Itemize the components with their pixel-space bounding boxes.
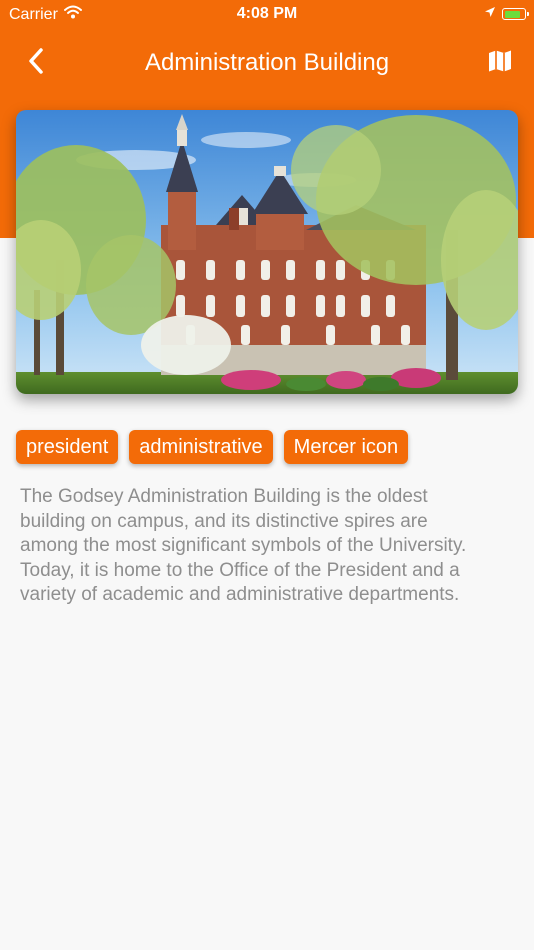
status-time: 4:08 PM xyxy=(236,5,298,22)
hero-image xyxy=(16,110,518,394)
tag-administrative[interactable]: administrative xyxy=(129,430,273,464)
chevron-left-icon xyxy=(27,47,45,80)
status-bar: Carrier 4:08 PM xyxy=(0,0,534,28)
battery-level xyxy=(504,10,520,18)
page-title: Administration Building xyxy=(144,49,390,76)
map-icon xyxy=(488,49,512,78)
screen: Carrier 4:08 PM Administration Building … xyxy=(0,0,534,950)
building-photo xyxy=(16,110,518,394)
tag-list: president administrative Mercer icon xyxy=(16,430,409,464)
navigation-bar: Administration Building xyxy=(0,38,534,88)
tag-mercer-icon[interactable]: Mercer icon xyxy=(283,430,409,464)
status-right xyxy=(484,5,529,23)
battery-cap xyxy=(527,12,529,16)
map-button[interactable] xyxy=(484,48,516,78)
tag-president[interactable]: president xyxy=(16,430,119,464)
location-arrow-icon xyxy=(484,5,496,23)
back-button[interactable] xyxy=(20,47,52,80)
battery-icon xyxy=(502,8,529,20)
building-description: The Godsey Administration Building is th… xyxy=(20,486,467,606)
